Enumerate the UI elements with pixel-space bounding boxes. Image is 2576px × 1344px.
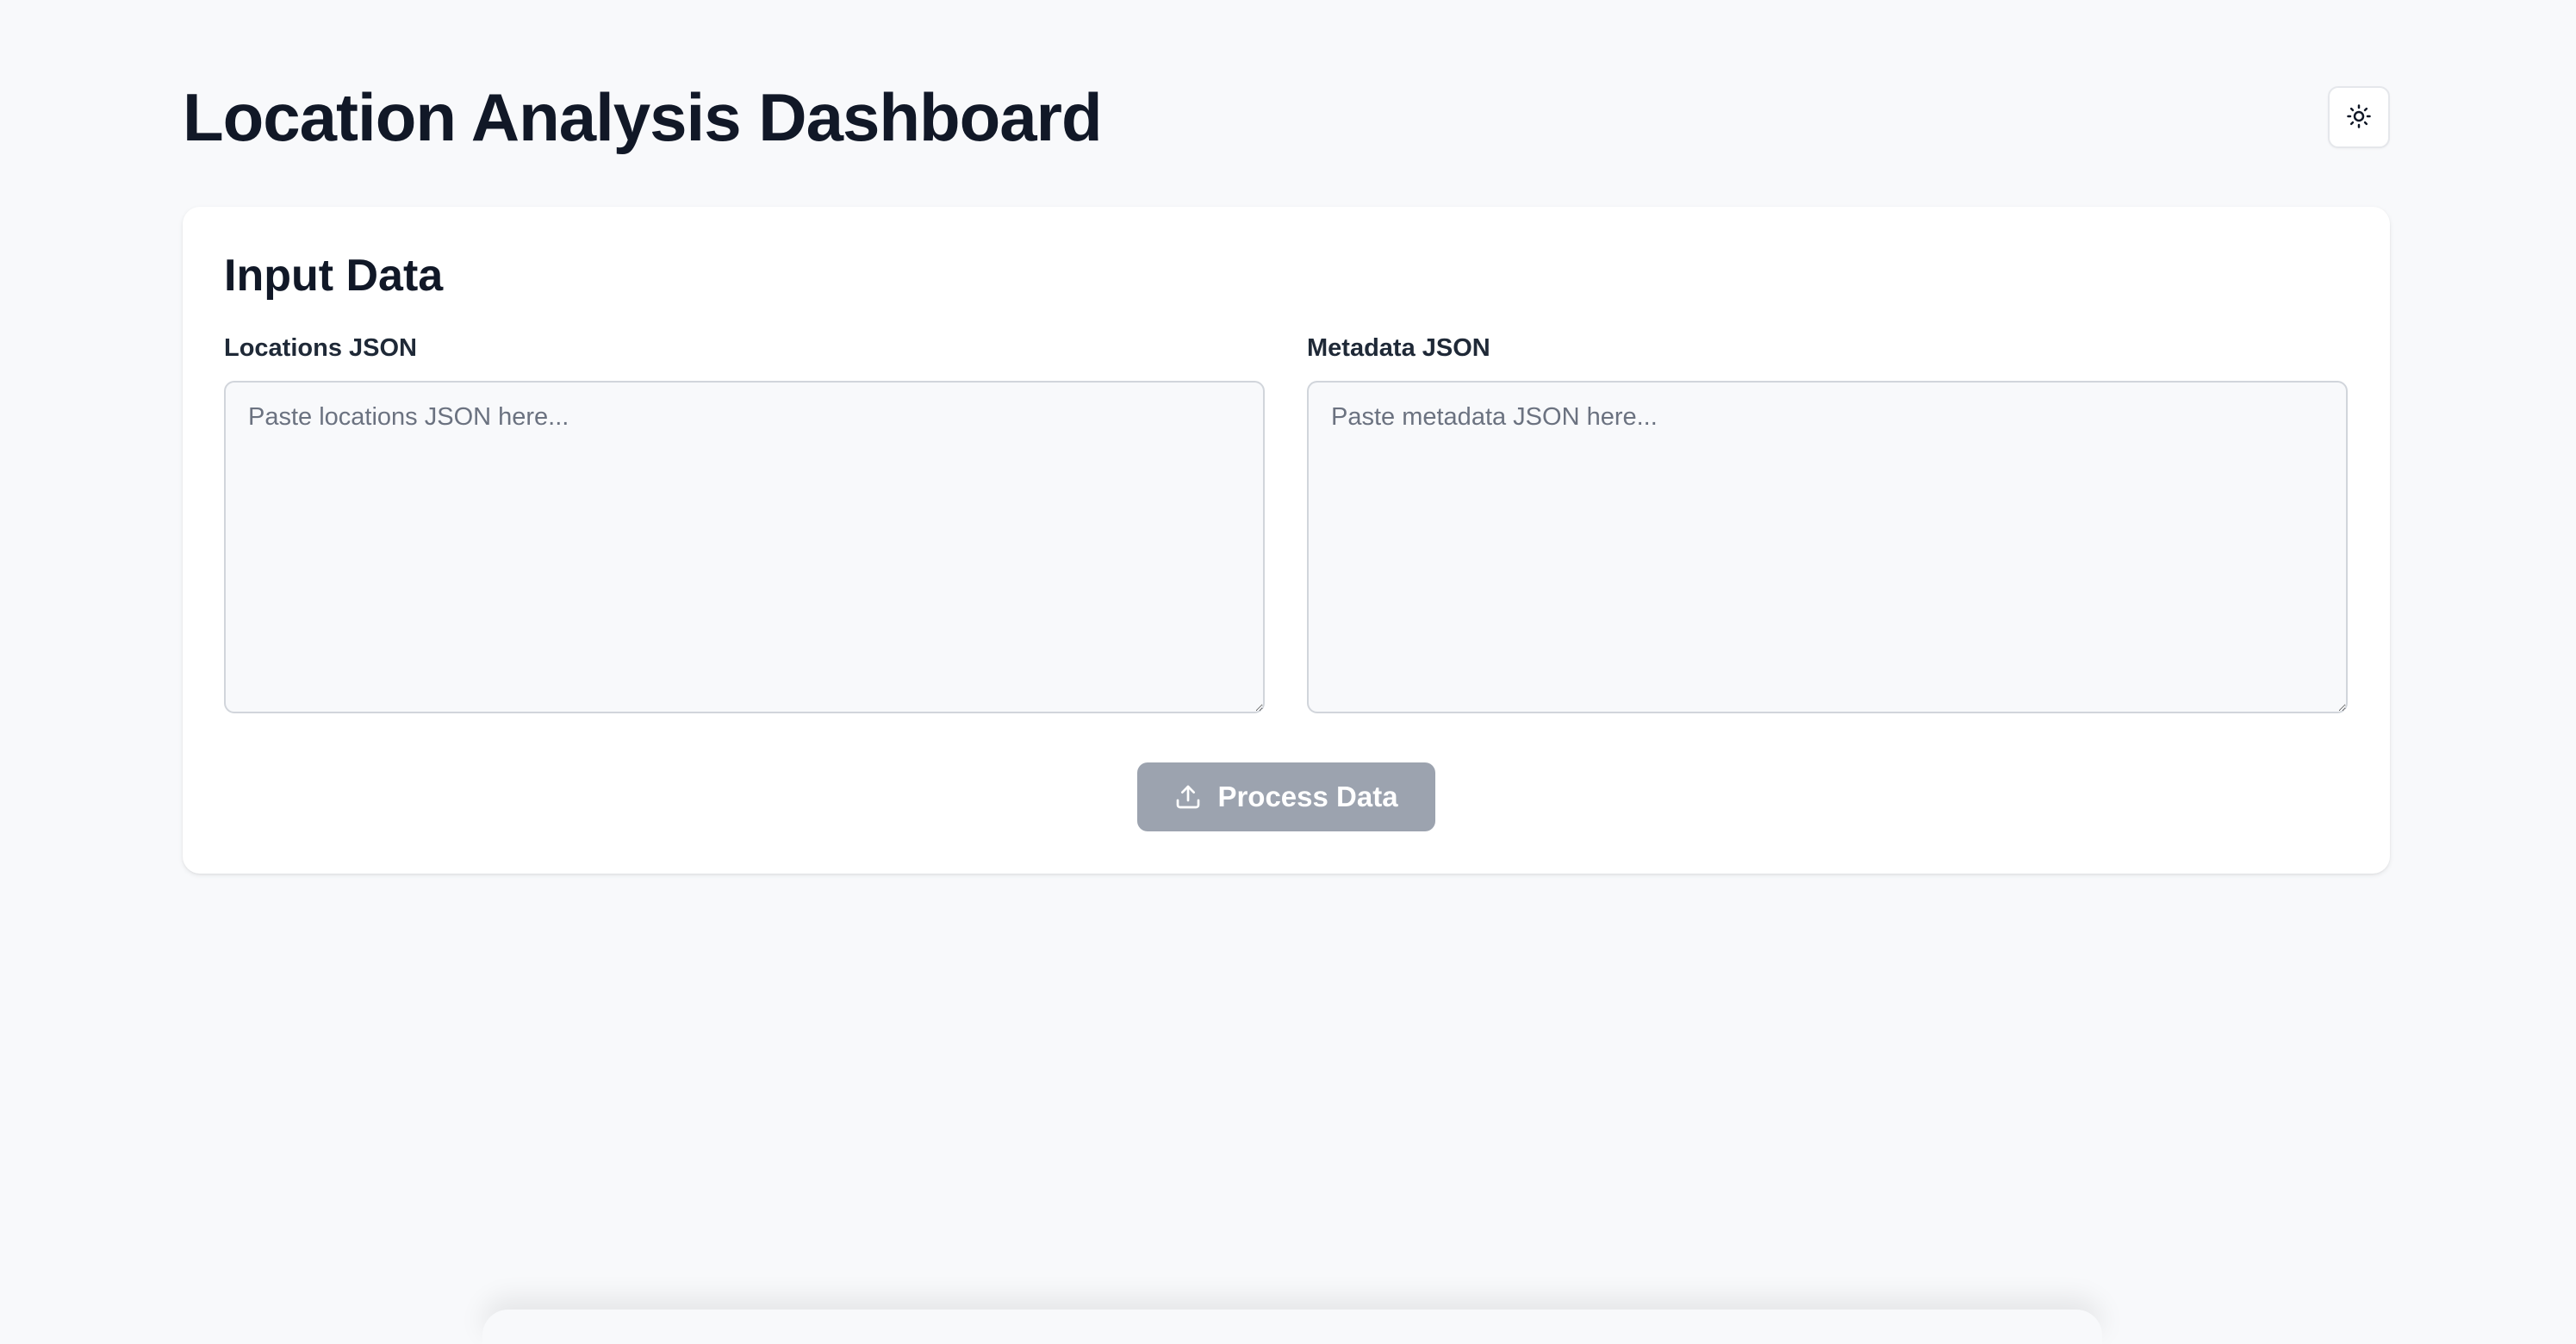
bottom-panel-edge <box>482 1310 2102 1344</box>
process-data-label: Process Data <box>1217 781 1398 812</box>
process-data-button[interactable]: Process Data <box>1137 762 1435 831</box>
metadata-json-label: Metadata JSON <box>1307 334 1490 362</box>
card-title: Input Data <box>224 251 444 301</box>
upload-icon <box>1174 783 1202 811</box>
header: Location Analysis Dashboard <box>183 0 2390 207</box>
page-title: Location Analysis Dashboard <box>183 79 1103 155</box>
locations-json-label: Locations JSON <box>224 334 417 362</box>
locations-json-input[interactable] <box>224 381 1265 713</box>
metadata-field: Metadata JSON <box>1307 333 2348 713</box>
input-data-card: Input Data Locations JSON Metadata JSON … <box>183 207 2390 874</box>
sun-icon <box>2346 103 2372 132</box>
locations-field: Locations JSON <box>224 333 1265 713</box>
theme-toggle-button[interactable] <box>2328 86 2390 148</box>
dashboard-page: Location Analysis Dashboard Input Data L… <box>183 0 2390 874</box>
metadata-json-input[interactable] <box>1307 381 2348 713</box>
